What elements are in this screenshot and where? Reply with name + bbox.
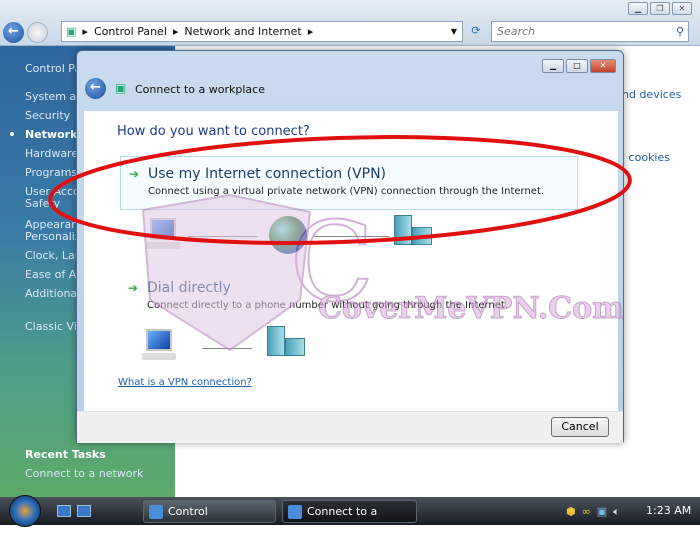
connection-line bbox=[202, 348, 252, 349]
task-label: Connect to a workpl... bbox=[307, 505, 378, 539]
green-arrow-icon: ➔ bbox=[128, 281, 139, 295]
explorer-window-controls: ▁ ❐ ✕ bbox=[628, 2, 692, 15]
control-panel-icon: ▣ bbox=[66, 25, 77, 38]
option-vpn[interactable]: ➔ Use my Internet connection (VPN) Conne… bbox=[120, 156, 578, 210]
vpn-help-link[interactable]: What is a VPN connection? bbox=[118, 377, 252, 388]
sidebar-item-additional[interactable]: Additional bbox=[25, 288, 80, 300]
sidebar-item-security[interactable]: Security bbox=[25, 110, 70, 122]
sidebar-item-hardware[interactable]: Hardware bbox=[25, 148, 78, 160]
workplace-icon bbox=[288, 505, 302, 519]
internet-globe-icon bbox=[269, 216, 307, 254]
network-icon: ▣ bbox=[115, 81, 127, 95]
dialog-minimize-button[interactable]: ▁ bbox=[542, 59, 564, 73]
right-link-fragment[interactable]: nd devices bbox=[622, 88, 681, 101]
taskbar-item-connect[interactable]: Connect to a workpl... bbox=[282, 500, 417, 539]
dialog-heading: How do you want to connect? bbox=[117, 124, 310, 139]
search-input[interactable]: Search ⚲ bbox=[491, 21, 689, 42]
search-icon[interactable]: ⚲ bbox=[676, 22, 684, 41]
sidebar-home[interactable]: Control Pa bbox=[25, 63, 81, 75]
recent-tasks-title: Recent Tasks bbox=[25, 448, 106, 461]
computer-icon bbox=[146, 218, 182, 250]
control-panel-icon bbox=[149, 505, 163, 519]
green-arrow-icon: ➔ bbox=[129, 167, 140, 181]
volume-icon[interactable]: 🔈︎ bbox=[613, 505, 620, 519]
tray-app-icon[interactable]: ∞ bbox=[582, 505, 591, 519]
computer-icon bbox=[142, 329, 178, 361]
dialog-maximize-button[interactable]: □ bbox=[566, 59, 588, 73]
breadcrumb-separator-icon: ▸ bbox=[172, 25, 179, 38]
task-label: Control Panel\Netw... bbox=[168, 505, 240, 539]
security-shield-icon[interactable]: ⬢ bbox=[566, 505, 576, 519]
dialog-content: How do you want to connect? ➔ Use my Int… bbox=[84, 111, 618, 411]
back-button[interactable]: ← bbox=[3, 22, 24, 43]
server-icon bbox=[394, 215, 434, 247]
cancel-button[interactable]: Cancel bbox=[551, 417, 609, 437]
breadcrumb-separator-icon: ▸ bbox=[82, 25, 88, 38]
option-title: Dial directly bbox=[147, 280, 231, 296]
option-description: Connect directly to a phone number witho… bbox=[147, 300, 509, 311]
forward-button[interactable] bbox=[27, 22, 48, 43]
active-bullet-icon bbox=[10, 132, 14, 136]
dialog-window-controls: ▁ □ ✕ bbox=[542, 59, 616, 73]
network-tray-icon[interactable]: ▣ bbox=[597, 505, 607, 519]
dialog-title: Connect to a workplace bbox=[135, 83, 265, 96]
option-title: Use my Internet connection (VPN) bbox=[148, 166, 387, 182]
clock[interactable]: 1:23 AM bbox=[646, 504, 691, 517]
breadcrumb-network[interactable]: Network and Internet bbox=[184, 25, 301, 38]
search-placeholder: Search bbox=[497, 25, 536, 38]
minimize-button[interactable]: ▁ bbox=[628, 2, 648, 15]
sidebar-classic-view[interactable]: Classic Vie bbox=[25, 321, 84, 333]
taskbar: Control Panel\Netw... Connect to a workp… bbox=[0, 495, 700, 539]
address-dropdown-icon[interactable]: ▼ bbox=[451, 27, 457, 36]
maximize-button[interactable]: ❐ bbox=[650, 2, 670, 15]
address-bar[interactable]: ▣ ▸ Control Panel ▸ Network and Internet… bbox=[61, 21, 463, 42]
right-link-fragment[interactable]: l cookies bbox=[622, 151, 670, 164]
recent-task-item[interactable]: Connect to a network bbox=[25, 468, 143, 480]
taskbar-item-control-panel[interactable]: Control Panel\Netw... bbox=[143, 500, 276, 539]
connect-dialog: ▁ □ ✕ ← ▣ Connect to a workplace How do … bbox=[76, 50, 624, 443]
switch-windows-icon[interactable] bbox=[77, 505, 91, 517]
refresh-button[interactable]: ⟳ bbox=[466, 21, 486, 42]
server-icon bbox=[267, 326, 307, 358]
dialog-close-button[interactable]: ✕ bbox=[590, 59, 616, 73]
close-button[interactable]: ✕ bbox=[672, 2, 692, 15]
option-dial-directly[interactable]: ➔ Dial directly Connect directly to a ph… bbox=[120, 271, 578, 325]
start-button[interactable] bbox=[9, 495, 41, 527]
connection-line bbox=[188, 236, 258, 237]
option-description: Connect using a virtual private network … bbox=[148, 186, 545, 197]
breadcrumb-separator-icon: ▸ bbox=[307, 25, 314, 38]
connection-line bbox=[314, 236, 389, 237]
explorer-toolbar: ▁ ❐ ✕ ← ▣ ▸ Control Panel ▸ Network and … bbox=[0, 0, 700, 46]
dialog-back-button[interactable]: ← bbox=[85, 78, 106, 99]
system-tray: ⬢ ∞ ▣ 🔈︎ bbox=[566, 505, 620, 519]
sidebar-item-programs[interactable]: Programs bbox=[25, 167, 77, 179]
show-desktop-icon[interactable] bbox=[57, 505, 71, 517]
breadcrumb-control-panel[interactable]: Control Panel bbox=[94, 25, 167, 38]
dialog-footer: Cancel bbox=[77, 411, 623, 443]
